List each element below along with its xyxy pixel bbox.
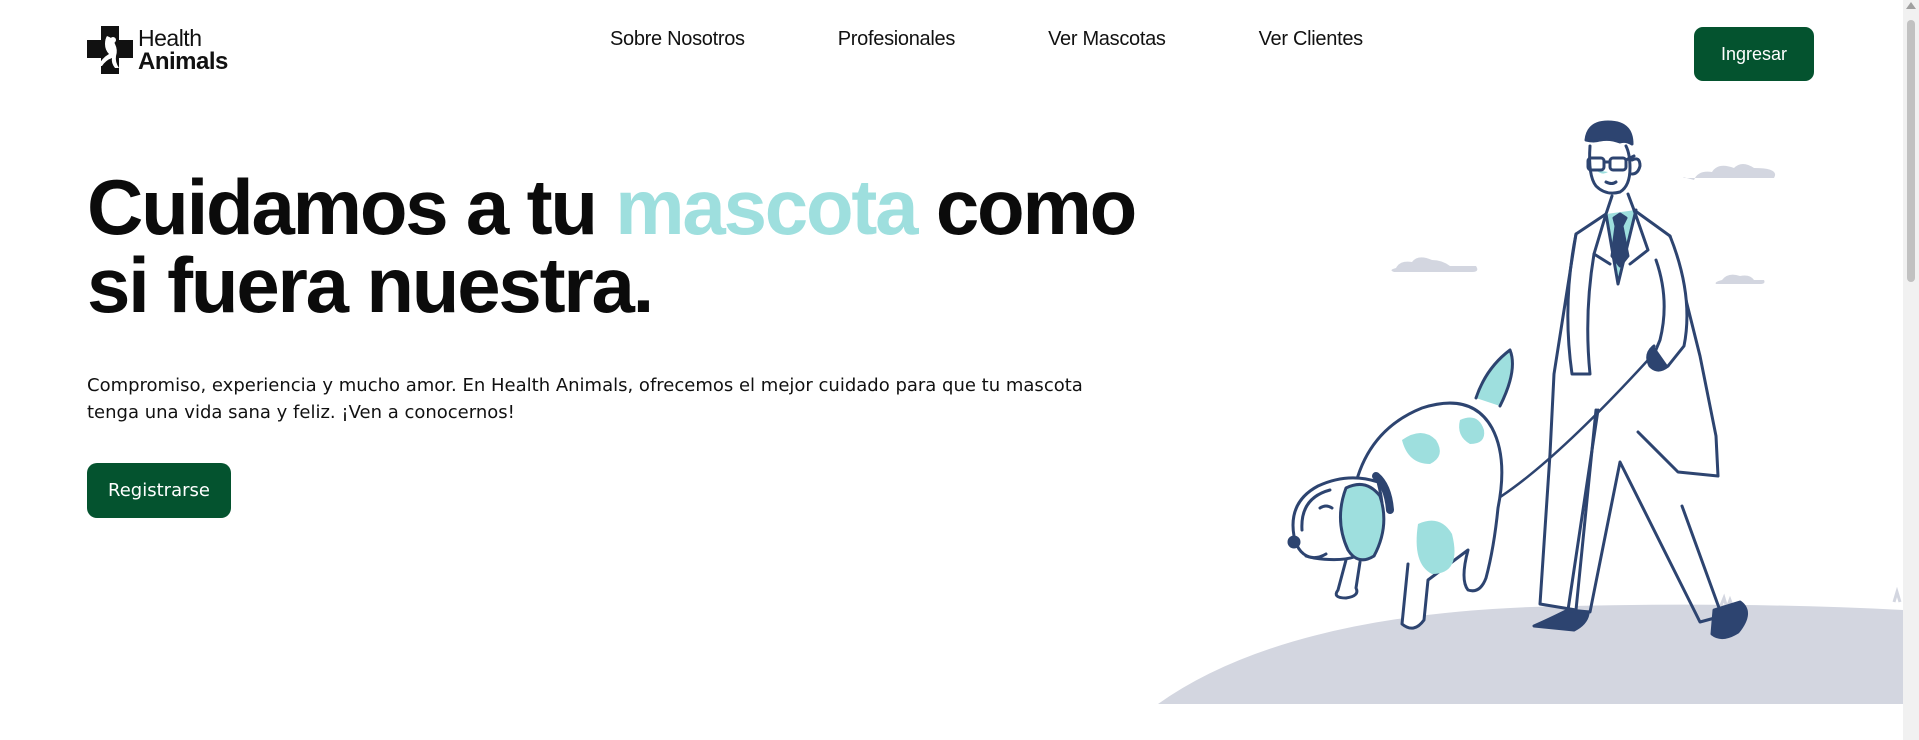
page-scrollbar[interactable] bbox=[1903, 0, 1919, 740]
hero-title-part1: Cuidamos a tu bbox=[87, 163, 616, 251]
hero-title: Cuidamos a tu mascota como si fuera nues… bbox=[87, 168, 1147, 324]
hero-title-highlight: mascota bbox=[615, 163, 918, 251]
ground-hill bbox=[1158, 604, 1903, 704]
hero-subtitle: Compromiso, experiencia y mucho amor. En… bbox=[87, 375, 1083, 423]
nav-item-profesionales[interactable]: Profesionales bbox=[838, 28, 956, 51]
main-nav: Sobre Nosotros Profesionales Ver Mascota… bbox=[610, 28, 1363, 51]
brand-name-line1: Health bbox=[138, 25, 202, 51]
register-button[interactable]: Registrarse bbox=[87, 463, 231, 518]
login-button[interactable]: Ingresar bbox=[1694, 27, 1814, 81]
nav-item-sobre-nosotros[interactable]: Sobre Nosotros bbox=[610, 28, 745, 51]
nav-item-ver-mascotas[interactable]: Ver Mascotas bbox=[1048, 28, 1166, 51]
brand-logo[interactable]: Health Animals bbox=[87, 26, 228, 74]
scrollbar-thumb[interactable] bbox=[1907, 20, 1915, 282]
vet-walking-dog-illustration bbox=[1158, 120, 1903, 704]
nav-item-ver-clientes[interactable]: Ver Clientes bbox=[1259, 28, 1364, 51]
cloud-shape bbox=[1683, 164, 1776, 180]
cloud-shape bbox=[1715, 274, 1765, 284]
logo-cross-pet-icon bbox=[87, 26, 133, 74]
dog bbox=[1287, 348, 1514, 630]
scroll-up-arrow-icon[interactable] bbox=[1906, 2, 1916, 9]
brand-name-line2: Animals bbox=[138, 48, 228, 75]
landing-page: Health Animals Sobre Nosotros Profesiona… bbox=[0, 0, 1903, 740]
cloud-shape bbox=[1391, 257, 1478, 272]
